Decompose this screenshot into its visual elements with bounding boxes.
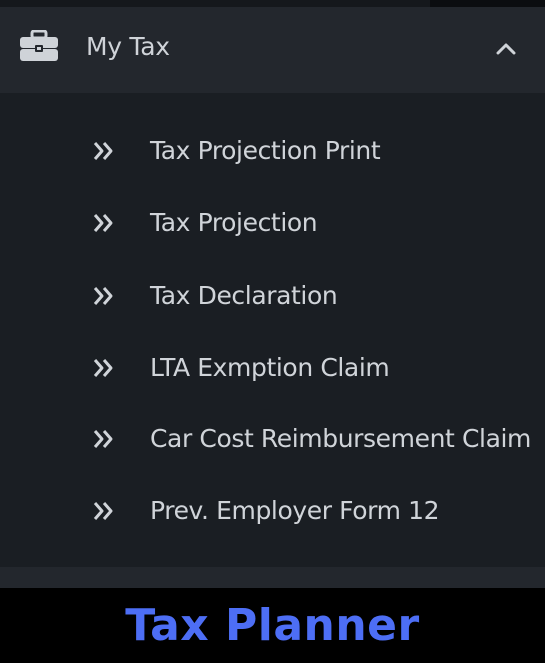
- briefcase-icon: [20, 30, 58, 61]
- caption-title: Tax Planner: [125, 600, 420, 651]
- menu-item-tax-declaration[interactable]: Tax Declaration: [0, 268, 545, 324]
- top-strip-tab: [430, 0, 545, 7]
- menu-item-label: LTA Exmption Claim: [150, 353, 390, 382]
- top-strip: [0, 0, 545, 7]
- menu-item-label: Tax Projection Print: [150, 136, 381, 165]
- double-chevron-right-icon: [93, 287, 113, 305]
- chevron-up-icon[interactable]: [494, 36, 518, 60]
- double-chevron-right-icon: [93, 502, 113, 520]
- double-chevron-right-icon: [93, 430, 113, 448]
- menu-item-tax-projection[interactable]: Tax Projection: [0, 195, 545, 251]
- menu-item-car-cost-reimbursement-claim[interactable]: Car Cost Reimbursement Claim: [0, 411, 545, 467]
- menu-item-label: Tax Declaration: [150, 281, 338, 310]
- double-chevron-right-icon: [93, 142, 113, 160]
- sidebar-panel: My Tax Tax Projection Print Tax Projecti…: [0, 0, 545, 588]
- menu-item-label: Car Cost Reimbursement Claim: [150, 424, 531, 453]
- section-title: My Tax: [86, 32, 170, 61]
- menu-item-label: Tax Projection: [150, 208, 318, 237]
- menu-item-label: Prev. Employer Form 12: [150, 496, 440, 525]
- section-header-my-tax[interactable]: My Tax: [0, 7, 545, 93]
- menu-item-lta-exemption-claim[interactable]: LTA Exmption Claim: [0, 340, 545, 396]
- next-section-header[interactable]: [0, 567, 545, 588]
- double-chevron-right-icon: [93, 359, 113, 377]
- menu-item-prev-employer-form-12[interactable]: Prev. Employer Form 12: [0, 483, 545, 539]
- menu-item-tax-projection-print[interactable]: Tax Projection Print: [0, 123, 545, 179]
- double-chevron-right-icon: [93, 214, 113, 232]
- submenu-list: Tax Projection Print Tax Projection Tax …: [0, 93, 545, 567]
